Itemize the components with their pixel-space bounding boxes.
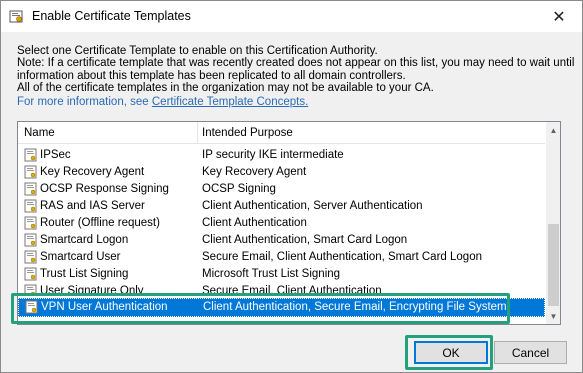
list-item[interactable]: Trust List Signing Microsoft Trust List … [18,266,545,283]
cancel-button[interactable]: Cancel [494,341,567,364]
certificate-template-concepts-link[interactable]: Certificate Template Concepts. [152,96,308,108]
template-name: Router (Offline request) [40,217,160,229]
certificate-template-icon [24,165,37,179]
template-purpose: Client Authentication [202,217,307,229]
list-item[interactable]: IPSec IP security IKE intermediate [18,147,545,164]
certificate-template-icon [24,233,37,247]
certificate-template-icon [24,216,37,230]
template-name: Smartcard Logon [40,234,129,246]
list-item[interactable]: RAS and IAS Server Client Authentication… [18,198,545,215]
scroll-down-arrow-icon[interactable]: ▼ [546,308,560,324]
certificate-template-icon [24,148,37,162]
template-purpose: Secure Email, Client Authentication, Sma… [202,251,482,263]
list-item[interactable]: Smartcard User Secure Email, Client Auth… [18,249,545,266]
close-button[interactable]: ✕ [536,1,582,32]
certificate-template-icon [24,267,37,281]
intro-line: information about this template has been… [17,69,406,82]
template-name: Key Recovery Agent [40,166,145,178]
certificate-app-icon [9,10,23,23]
close-icon: ✕ [552,8,566,26]
list-header: Name Intended Purpose [18,122,545,144]
more-info-prefix: For more information, see [17,96,149,108]
list-item[interactable]: Smartcard Logon Client Authentication, S… [18,232,545,249]
enable-certificate-templates-dialog: Enable Certificate Templates ✕ Select on… [0,0,583,373]
template-purpose: Secure Email, Client Authentication [202,285,382,293]
vertical-scrollbar[interactable]: ▲ ▼ [546,122,560,324]
template-name: RAS and IAS Server [40,200,145,212]
template-name: User Signature Only [40,285,144,293]
certificate-template-icon [24,250,37,264]
title-bar: Enable Certificate Templates ✕ [1,1,582,32]
list-item[interactable]: Key Recovery Agent Key Recovery Agent [18,164,545,181]
ok-button[interactable]: OK [414,341,488,364]
template-purpose: Microsoft Trust List Signing [202,268,341,280]
intro-line: All of the certificate templates in the … [17,82,434,95]
list-item[interactable]: OCSP Response Signing OCSP Signing [18,181,545,198]
template-name: Smartcard User [40,251,121,263]
scroll-up-arrow-icon[interactable]: ▲ [546,122,560,138]
column-divider[interactable] [197,122,198,144]
column-header-intended-purpose[interactable]: Intended Purpose [202,127,293,139]
certificate-template-icon [24,199,37,213]
more-info-text: For more information, see Certificate Te… [17,96,308,108]
template-purpose: OCSP Signing [202,183,276,195]
certificate-template-icon [24,284,37,293]
template-purpose: Key Recovery Agent [202,166,307,178]
window-title: Enable Certificate Templates [32,9,191,23]
template-name: OCSP Response Signing [40,183,169,195]
intro-line: Note: If a certificate template that was… [17,57,575,70]
template-purpose: IP security IKE intermediate [202,149,344,161]
list-item[interactable]: Router (Offline request) Client Authenti… [18,215,545,232]
template-purpose: Client Authentication, Server Authentica… [202,200,423,212]
scroll-thumb[interactable] [548,224,559,306]
list-item[interactable]: User Signature Only Secure Email, Client… [18,283,545,293]
column-header-name[interactable]: Name [24,127,55,139]
template-name: Trust List Signing [40,268,129,280]
intro-line: Select one Certificate Template to enabl… [17,45,378,57]
certificate-template-icon [24,182,37,196]
selection-highlight-annotation [11,293,510,324]
intro-text: Select one Certificate Template to enabl… [17,45,577,95]
template-name: IPSec [40,149,71,161]
template-purpose: Client Authentication, Smart Card Logon [202,234,408,246]
